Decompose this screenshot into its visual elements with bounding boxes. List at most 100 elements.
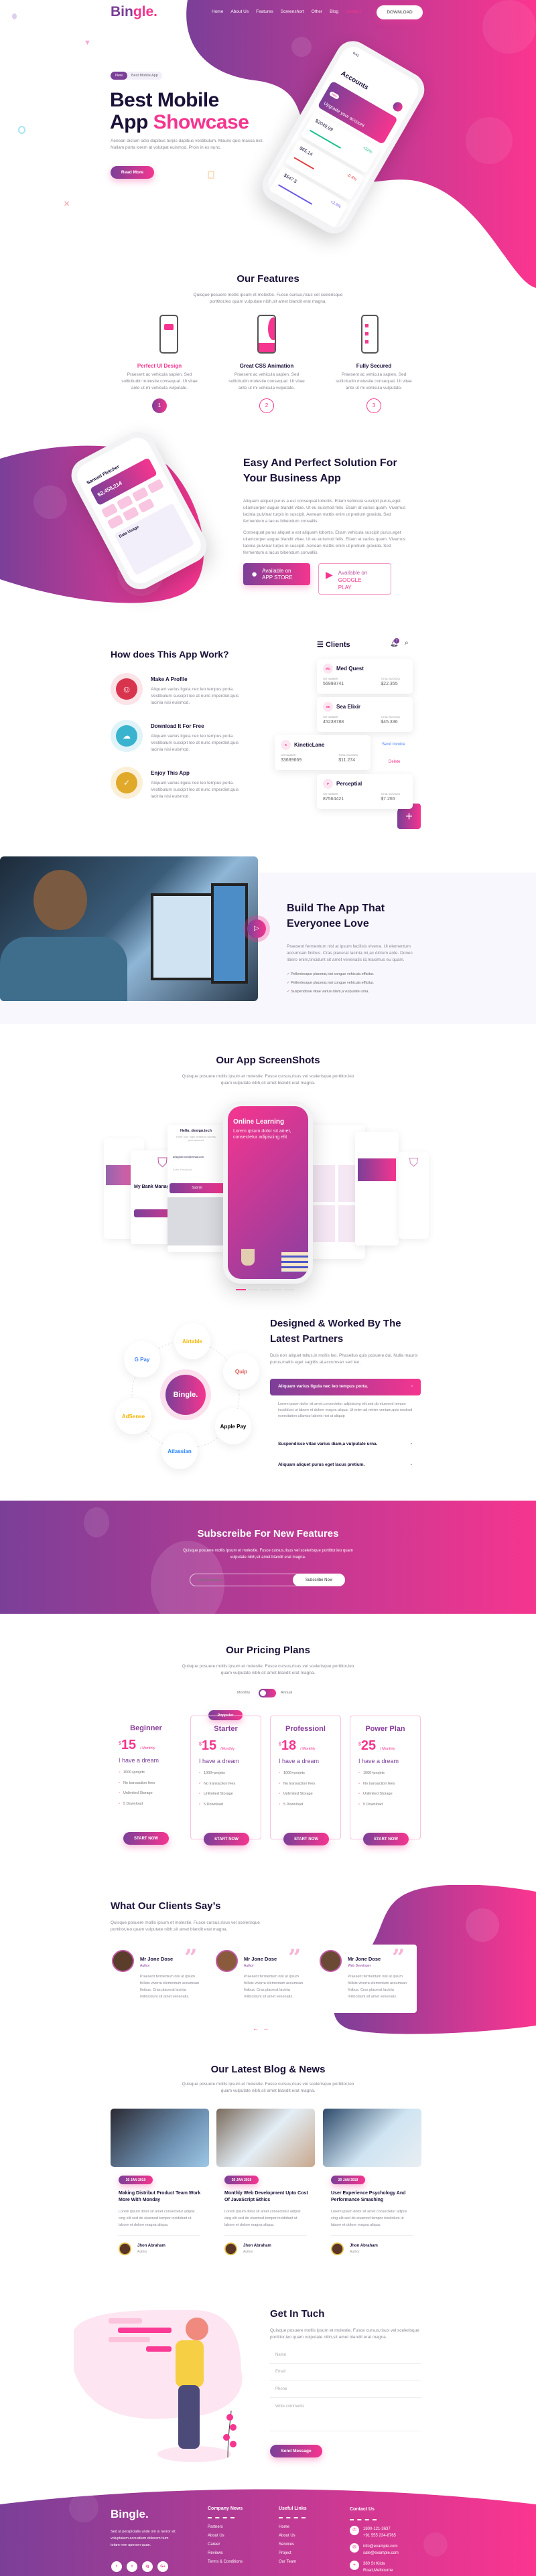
read-more-button[interactable]: Read More xyxy=(111,166,154,179)
next-arrow-icon[interactable]: → xyxy=(263,2025,269,2032)
feature-step-3[interactable]: 3 xyxy=(366,398,381,413)
login-screen-slide[interactable]: Hello, design.tech Enter your login deta… xyxy=(168,1125,224,1252)
feature-text: 5 Download xyxy=(203,1802,223,1807)
nav-other[interactable]: Other xyxy=(312,9,322,14)
footer-link[interactable]: Our Team xyxy=(279,2560,307,2564)
send-message-button[interactable]: Send Message xyxy=(270,2445,322,2457)
logo[interactable]: Bingle. xyxy=(111,4,157,20)
login-email: designer.tech@email.com xyxy=(173,1155,204,1158)
app-store-button[interactable]: ● Available on APP STORE xyxy=(243,563,310,585)
login-subtitle: Enter your login details to access your … xyxy=(176,1135,216,1142)
solution-paragraph-1: Aliquam aliquet purus a est consequat lo… xyxy=(243,499,406,524)
play-video-button[interactable]: ▷ xyxy=(243,915,270,942)
author-avatar xyxy=(331,2243,344,2255)
billing-toggle[interactable] xyxy=(259,1689,276,1697)
blog-post-title[interactable]: User Experience Psychology And Performan… xyxy=(331,2190,415,2204)
start-now-button[interactable]: START NOW xyxy=(363,1833,409,1845)
footer-logo[interactable]: Bingle. xyxy=(111,2508,149,2521)
blog-image[interactable] xyxy=(323,2109,421,2167)
feature-step-1[interactable]: 1 xyxy=(152,398,167,413)
client-card[interactable]: K KineticLane VAT NUMBER 33689669 TOTAL INVO… xyxy=(275,735,371,770)
screenshot-slide[interactable] xyxy=(355,1132,399,1245)
blog-author: Jhon Abraham Author xyxy=(331,2243,421,2255)
footer-link[interactable]: Partners xyxy=(208,2525,243,2529)
carousel-dot[interactable] xyxy=(236,1289,246,1290)
plan-name: Beginner xyxy=(130,1724,162,1732)
menu-icon[interactable]: ☰ xyxy=(317,641,324,649)
nav-blog[interactable]: Blog xyxy=(330,9,338,14)
footer-link[interactable]: About Us xyxy=(279,2534,307,2538)
screenshots-title: Our App ScreenShots xyxy=(216,1055,320,1066)
instagram-icon[interactable]: ig xyxy=(142,2561,153,2572)
client-card[interactable]: MQ Med Quest VAT NUMBER 56998741 TOTAL INVOI… xyxy=(317,659,413,694)
nav-screenshot[interactable]: Screenshort xyxy=(281,9,304,14)
build-paragraph: Praesent fermentum nisl at ipsum facilis… xyxy=(287,944,413,962)
client-card[interactable]: P Perceptial VAT NUMBER 87564421 TOTAL INVOI… xyxy=(317,774,413,809)
how-steps: ☺ Make A Profile Aliquam varius ligula n… xyxy=(111,673,258,814)
subscribe-button[interactable]: Subscribe Now xyxy=(293,1574,345,1586)
partner-logo: Airtable xyxy=(174,1323,210,1359)
footer-link[interactable]: Home xyxy=(279,2525,307,2529)
email-field[interactable]: Email xyxy=(270,2370,421,2380)
blog-post-title[interactable]: Making Distribut Product Team Work More … xyxy=(119,2190,202,2204)
accordion-body: Lorem ipsum dolor sit amet,consectetur a… xyxy=(278,1402,413,1418)
delete-link[interactable]: Delete xyxy=(389,760,400,764)
blog-image[interactable] xyxy=(216,2109,315,2167)
screenshot-slide[interactable]: ⛉ xyxy=(399,1152,429,1239)
facebook-icon[interactable]: f xyxy=(111,2561,122,2572)
email-address[interactable]: info@example.com xyxy=(363,2543,399,2550)
footer-link[interactable]: Project xyxy=(279,2551,307,2555)
footer-link[interactable]: Reviews xyxy=(208,2551,243,2555)
email-address[interactable]: sale@example.com xyxy=(363,2550,399,2557)
footer-link[interactable]: Services xyxy=(279,2543,307,2547)
feature-step-2[interactable]: 2 xyxy=(259,398,274,413)
start-now-button[interactable]: START NOW xyxy=(204,1833,249,1845)
feature-text: 1000+projets xyxy=(203,1771,225,1775)
prev-arrow-icon[interactable]: ← xyxy=(253,2025,259,2032)
carousel-dots xyxy=(236,1289,294,1290)
accordion-item-1[interactable]: Aliquam varius ligula nec leo tempus por… xyxy=(270,1379,421,1395)
play-store-icon: ▶ xyxy=(326,569,333,580)
client-card[interactable]: SE Sea Elixir VAT NUMBER 45238788 TOTAL INVO… xyxy=(317,697,413,732)
quote-icon: ” xyxy=(392,1945,405,1971)
client-avatar xyxy=(216,1950,238,1972)
google-plus-icon[interactable]: G+ xyxy=(157,2561,168,2572)
search-icon[interactable]: ⌕ xyxy=(405,639,409,647)
bell-icon[interactable]: 🔔︎ 7 xyxy=(390,638,399,648)
start-now-button[interactable]: START NOW xyxy=(123,1832,169,1845)
plan-tagline: I have a dream xyxy=(199,1758,240,1764)
plan-feature: ▫ Unlimited Storage xyxy=(119,1789,182,1799)
footer-link[interactable]: About Us xyxy=(208,2534,243,2538)
badge-new: New xyxy=(111,72,128,80)
comments-textarea[interactable]: Write comments xyxy=(270,2405,421,2431)
accordion-item-3[interactable]: Aliquam aliquet purus eget lacus pretium… xyxy=(278,1462,412,1467)
send-invoice-link[interactable]: Send Invoice xyxy=(382,743,405,747)
author-info: Jhon Abraham Author xyxy=(137,2244,165,2254)
carousel-dot[interactable] xyxy=(260,1289,270,1290)
check-text: Suspendisse vitae varius diam,a vulputat… xyxy=(291,990,369,994)
nav-home[interactable]: Home xyxy=(212,9,223,14)
screen-title: Online Learning xyxy=(233,1118,285,1126)
phone-number[interactable]: 1800-121-3637 xyxy=(363,2526,396,2532)
google-play-button[interactable]: ▶ Available on GOOGLE PLAY xyxy=(318,563,391,595)
download-button[interactable]: DOWNLOAD xyxy=(377,5,423,19)
carousel-dot[interactable] xyxy=(272,1289,282,1290)
nav-about[interactable]: About Us xyxy=(230,9,249,14)
phone-number[interactable]: +91 555 234-8765 xyxy=(363,2532,396,2539)
twitter-icon[interactable]: t xyxy=(127,2561,137,2572)
period: / Monthly xyxy=(300,1747,316,1751)
carousel-dot[interactable] xyxy=(284,1289,294,1290)
footer-link[interactable]: Career xyxy=(208,2543,243,2547)
apple-icon: ● xyxy=(251,569,258,580)
client-stats: VAT NUMBER 33689669 TOTAL INVOICED $11.274 xyxy=(281,754,358,763)
blog-image[interactable] xyxy=(111,2109,209,2167)
blog-post-title[interactable]: Monthly Web Development Upto Cost Of Jav… xyxy=(224,2190,308,2204)
footer-link[interactable]: Terms & Conditions xyxy=(208,2560,243,2564)
phone-field[interactable]: Phone xyxy=(270,2387,421,2398)
start-now-button[interactable]: START NOW xyxy=(283,1833,329,1845)
nav-features[interactable]: Features xyxy=(256,9,273,14)
carousel-dot[interactable] xyxy=(248,1289,258,1290)
name-field[interactable]: Name xyxy=(270,2353,421,2364)
accordion-item-2[interactable]: Suspendisse vitae varius diam,a vulputat… xyxy=(278,1442,412,1446)
nav-contact[interactable]: Contact xyxy=(346,9,360,14)
